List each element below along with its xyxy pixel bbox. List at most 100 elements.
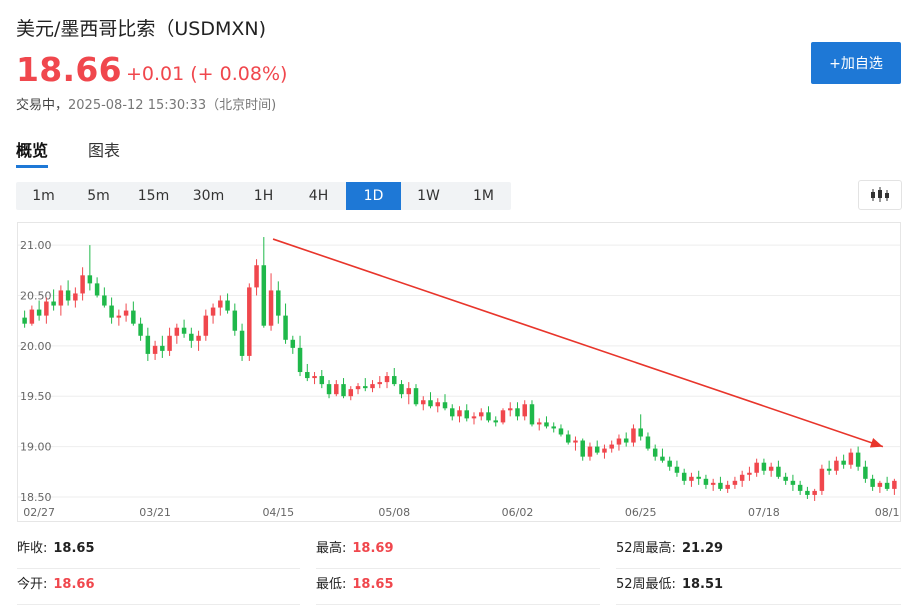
- candle-body: [399, 384, 404, 395]
- stat-value: 18.65: [53, 541, 95, 556]
- period-1mo[interactable]: 1M: [456, 182, 511, 210]
- candle-body: [442, 402, 448, 409]
- stat-prev-close: 昨收: 18.65: [17, 533, 300, 569]
- candle-body: [884, 482, 890, 489]
- candle-body: [515, 408, 520, 417]
- candle-body: [812, 490, 817, 495]
- x-tick-label: 03/21: [139, 506, 171, 519]
- price-change: +0.01 (+ 0.08%): [126, 63, 288, 85]
- trading-status: 交易中，2025-08-12 15:30:33（北京时间): [16, 94, 276, 113]
- x-tick-label: 06/02: [502, 506, 534, 519]
- tab-chart[interactable]: 图表: [88, 137, 120, 161]
- stat-value: 18.51: [681, 577, 724, 592]
- candle-body: [486, 412, 491, 421]
- candle-body: [623, 438, 629, 443]
- price-chart[interactable]: 21.00 20.50 20.00 19.50 19.00 18.50 02/27 03/21…: [17, 222, 901, 522]
- candle-body: [232, 310, 238, 331]
- candle-body: [65, 290, 71, 301]
- candle-body: [181, 327, 187, 334]
- stat-label: 52周最低:: [616, 577, 676, 592]
- candle-body: [594, 446, 600, 453]
- candle-body: [587, 446, 593, 457]
- candle-body: [189, 333, 194, 341]
- candle-body: [703, 478, 709, 485]
- candle-body: [247, 287, 252, 356]
- candle-body: [645, 436, 651, 449]
- candle-body: [464, 410, 469, 419]
- period-1d[interactable]: 1D: [346, 182, 401, 210]
- candle-body: [239, 330, 245, 356]
- stat-open: 今开: 18.66: [17, 569, 300, 605]
- candle-body: [565, 434, 571, 443]
- period-1h[interactable]: 1H: [236, 182, 291, 210]
- candle-body: [384, 376, 390, 383]
- candle-body: [689, 476, 694, 481]
- candle-body: [667, 460, 672, 467]
- candle-body: [739, 474, 745, 481]
- candle-body: [710, 482, 716, 485]
- candle-body: [131, 310, 136, 324]
- candle-body: [116, 315, 122, 318]
- candle-body: [58, 290, 64, 306]
- candle-body: [225, 300, 230, 311]
- chart-type-button[interactable]: [858, 180, 902, 210]
- candle-body: [276, 290, 281, 316]
- candle-body: [536, 422, 542, 425]
- stat-52w-high: 52周最高: 21.29: [616, 533, 901, 569]
- candle-body: [790, 480, 796, 485]
- period-1m[interactable]: 1m: [16, 182, 71, 210]
- candle-body: [718, 482, 723, 489]
- y-tick-label: 20.00: [20, 340, 52, 353]
- y-tick-label: 21.00: [20, 239, 52, 252]
- stat-high: 最高: 18.69: [316, 533, 600, 569]
- candle-body: [471, 416, 477, 419]
- period-1w[interactable]: 1W: [401, 182, 456, 210]
- candle-body: [609, 444, 614, 449]
- period-selector: 1m 5m 15m 30m 1H 4H 1D 1W 1M: [16, 182, 511, 210]
- candle-body: [652, 448, 658, 457]
- x-tick-label: 04/15: [262, 506, 294, 519]
- period-5m[interactable]: 5m: [71, 182, 126, 210]
- candle-body: [797, 484, 803, 491]
- period-15m[interactable]: 15m: [126, 182, 181, 210]
- candle-body: [254, 265, 259, 288]
- page-title: 美元/墨西哥比索（USDMXN): [16, 18, 267, 40]
- candle-body: [44, 301, 49, 316]
- add-watchlist-button[interactable]: +加自选: [811, 42, 901, 84]
- stat-value: 18.65: [352, 577, 394, 592]
- candle-body: [363, 386, 368, 389]
- candle-body: [123, 310, 129, 316]
- candle-body: [602, 448, 607, 453]
- candle-body: [87, 275, 93, 284]
- stat-value: 21.29: [681, 541, 724, 556]
- candle-body: [138, 323, 143, 336]
- period-4h[interactable]: 4H: [291, 182, 346, 210]
- candle-body: [877, 482, 883, 487]
- candle-body: [841, 460, 846, 465]
- candle-body: [819, 468, 825, 491]
- candle-body: [102, 295, 107, 306]
- candle-body: [863, 466, 868, 479]
- candle-body: [580, 440, 585, 457]
- candle-body: [855, 452, 861, 467]
- tab-overview[interactable]: 概览: [16, 137, 48, 161]
- x-tick-label: 05/08: [378, 506, 410, 519]
- candle-body: [413, 388, 419, 405]
- period-30m[interactable]: 30m: [181, 182, 236, 210]
- candle-body: [478, 412, 484, 417]
- candle-body: [268, 290, 274, 326]
- candle-body: [768, 466, 774, 471]
- candle-body: [450, 408, 455, 417]
- candle-body: [435, 402, 441, 407]
- candle-body: [152, 345, 158, 354]
- candle-body: [631, 428, 636, 443]
- active-tab-indicator: [16, 165, 48, 168]
- candle-body: [377, 382, 383, 385]
- candle-body: [834, 460, 839, 471]
- candle-body: [210, 307, 216, 316]
- candle-body: [22, 317, 27, 324]
- y-tick-label: 19.50: [20, 390, 52, 403]
- candle-body: [558, 428, 564, 435]
- candle-body: [732, 480, 738, 485]
- candle-body: [334, 384, 339, 395]
